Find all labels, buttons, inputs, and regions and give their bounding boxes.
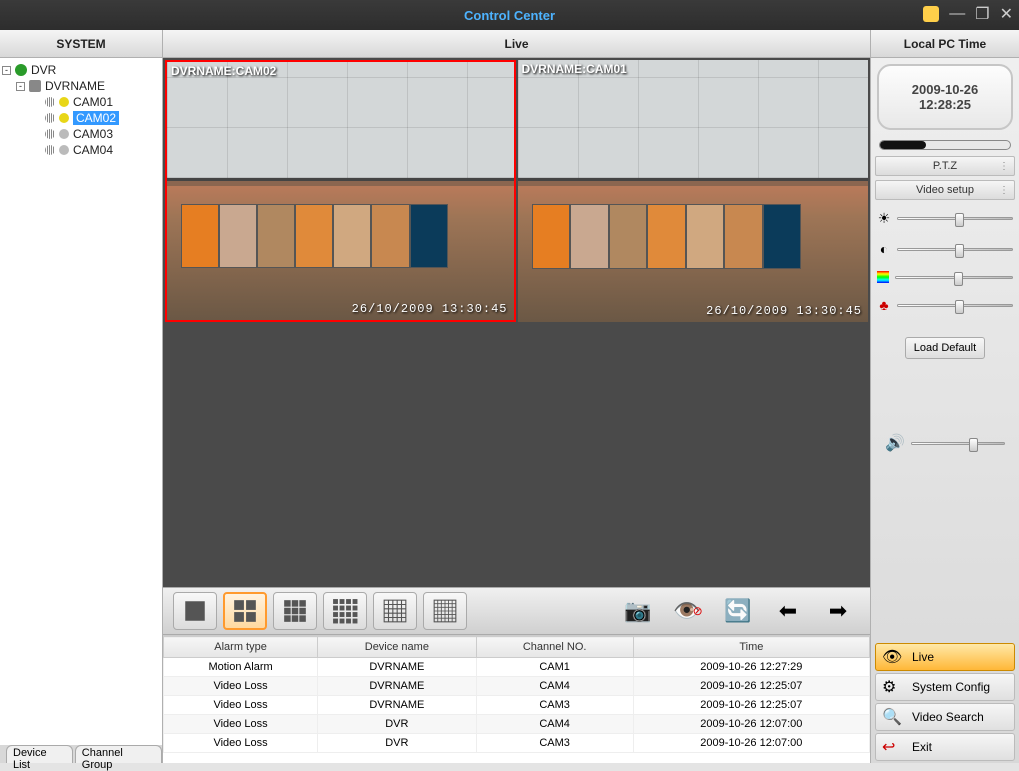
video-cell-3[interactable] xyxy=(518,324,869,586)
titlebar: Control Center — ❐ ✕ xyxy=(0,0,1019,30)
clock-time: 12:28:25 xyxy=(919,97,971,112)
system-panel: SYSTEM -DVR -DVRNAME CAM01 CAM02 CAM03 C… xyxy=(0,30,163,763)
saturation-slider[interactable] xyxy=(897,304,1013,307)
live-panel: Live DVRNAME:CAM02 26/10/2009 13:30:45 D… xyxy=(163,30,871,763)
search-icon: 🔍 xyxy=(882,707,904,727)
system-header: SYSTEM xyxy=(0,30,162,58)
tree-camera[interactable]: CAM02 xyxy=(2,110,160,126)
nav-config-button[interactable]: ⚙System Config xyxy=(875,673,1015,701)
layout-4-button[interactable] xyxy=(223,592,267,630)
gear-icon: ⚙ xyxy=(882,677,904,697)
device-tree[interactable]: -DVR -DVRNAME CAM01 CAM02 CAM03 CAM04 xyxy=(0,58,162,745)
col-device-name[interactable]: Device name xyxy=(318,637,476,658)
contrast-icon: ◐ xyxy=(877,241,891,257)
video-cell-1[interactable]: DVRNAME:CAM01 26/10/2009 13:30:45 xyxy=(518,60,869,322)
stripes-icon xyxy=(45,113,55,123)
layout-9-button[interactable] xyxy=(273,592,317,630)
nav-live-button[interactable]: 👁Live xyxy=(875,643,1015,671)
live-header: Live xyxy=(163,30,870,58)
cam-timestamp: 26/10/2009 13:30:45 xyxy=(352,302,508,316)
nav-search-button[interactable]: 🔍Video Search xyxy=(875,703,1015,731)
table-row[interactable]: Video LossDVRCAM42009-10-26 12:07:00 xyxy=(164,715,870,734)
nav-buttons: 👁Live ⚙System Config 🔍Video Search ↩Exit xyxy=(871,641,1019,763)
status-led xyxy=(59,129,69,139)
exit-icon: ↩ xyxy=(882,737,904,757)
table-row[interactable]: Motion AlarmDVRNAMECAM12009-10-26 12:27:… xyxy=(164,658,870,677)
stripes-icon xyxy=(45,145,55,155)
layout-25-button[interactable] xyxy=(373,592,417,630)
clock-date: 2009-10-26 xyxy=(912,82,979,97)
video-cell-2[interactable] xyxy=(165,324,516,586)
storage-bar xyxy=(879,140,1011,150)
saturation-icon: ♣ xyxy=(877,297,891,313)
table-row[interactable]: Video LossDVRNAMECAM32009-10-26 12:25:07 xyxy=(164,696,870,715)
col-alarm-type[interactable]: Alarm type xyxy=(164,637,318,658)
layout-16-button[interactable] xyxy=(323,592,367,630)
tree-root[interactable]: -DVR xyxy=(2,62,160,78)
stripes-icon xyxy=(45,129,55,139)
alarm-table: Alarm type Device name Channel NO. Time … xyxy=(163,635,870,763)
tree-camera[interactable]: CAM04 xyxy=(2,142,160,158)
cam-label: DVRNAME:CAM01 xyxy=(522,62,627,76)
globe-icon xyxy=(15,64,27,76)
video-toolbar: 📷 👁️⊘ 🔄 ⬅ ➡ xyxy=(163,587,870,635)
volume-slider[interactable] xyxy=(911,442,1005,445)
tree-camera[interactable]: CAM03 xyxy=(2,126,160,142)
cam-timestamp: 26/10/2009 13:30:45 xyxy=(706,304,862,318)
layout-36-button[interactable] xyxy=(423,592,467,630)
minimize-icon[interactable]: — xyxy=(949,5,965,23)
app-title: Control Center xyxy=(464,8,555,23)
refresh-button[interactable]: 🔄 xyxy=(716,592,760,630)
clock: 2009-10-26 12:28:25 xyxy=(877,64,1013,130)
right-panel: Local PC Time 2009-10-26 12:28:25 P.T.Z … xyxy=(871,30,1019,763)
hue-slider[interactable] xyxy=(895,276,1013,279)
cam-label: DVRNAME:CAM02 xyxy=(171,64,276,78)
col-time[interactable]: Time xyxy=(633,637,869,658)
tab-channel-group[interactable]: Channel Group xyxy=(75,745,162,763)
eye-icon: 👁 xyxy=(882,647,904,667)
volume-icon: 🔊 xyxy=(885,433,905,453)
nav-exit-button[interactable]: ↩Exit xyxy=(875,733,1015,761)
tree-device[interactable]: -DVRNAME xyxy=(2,78,160,94)
brightness-slider[interactable] xyxy=(897,217,1013,220)
stop-view-button[interactable]: 👁️⊘ xyxy=(666,592,710,630)
brightness-icon: ☀ xyxy=(877,210,891,227)
status-led xyxy=(59,113,69,123)
snapshot-button[interactable]: 📷 xyxy=(616,592,660,630)
status-led xyxy=(59,145,69,155)
next-page-button[interactable]: ➡ xyxy=(816,592,860,630)
maximize-icon[interactable]: ❐ xyxy=(975,4,989,24)
tree-tabs: Device List Channel Group xyxy=(0,745,162,763)
col-channel-no[interactable]: Channel NO. xyxy=(476,637,633,658)
table-row[interactable]: Video LossDVRCAM32009-10-26 12:07:00 xyxy=(164,734,870,753)
video-grid: DVRNAME:CAM02 26/10/2009 13:30:45 DVRNAM… xyxy=(163,58,870,587)
prev-page-button[interactable]: ⬅ xyxy=(766,592,810,630)
lock-icon[interactable] xyxy=(923,6,939,22)
layout-1-button[interactable] xyxy=(173,592,217,630)
tree-camera[interactable]: CAM01 xyxy=(2,94,160,110)
video-setup-header[interactable]: Video setup xyxy=(875,180,1015,200)
video-setup-panel: ☀ ◐ ♣ Load Default 🔊 xyxy=(871,202,1019,455)
tab-device-list[interactable]: Device List xyxy=(6,745,73,763)
load-default-button[interactable]: Load Default xyxy=(905,337,985,359)
close-icon[interactable]: ✕ xyxy=(1000,4,1013,24)
stripes-icon xyxy=(45,97,55,107)
hue-icon xyxy=(877,271,889,283)
dvr-icon xyxy=(29,80,41,92)
ptz-header[interactable]: P.T.Z xyxy=(875,156,1015,176)
table-row[interactable]: Video LossDVRNAMECAM42009-10-26 12:25:07 xyxy=(164,677,870,696)
window-controls: — ❐ ✕ xyxy=(923,4,1013,24)
status-led xyxy=(59,97,69,107)
local-time-header: Local PC Time xyxy=(871,30,1019,58)
contrast-slider[interactable] xyxy=(897,248,1013,251)
video-cell-0[interactable]: DVRNAME:CAM02 26/10/2009 13:30:45 xyxy=(165,60,516,322)
